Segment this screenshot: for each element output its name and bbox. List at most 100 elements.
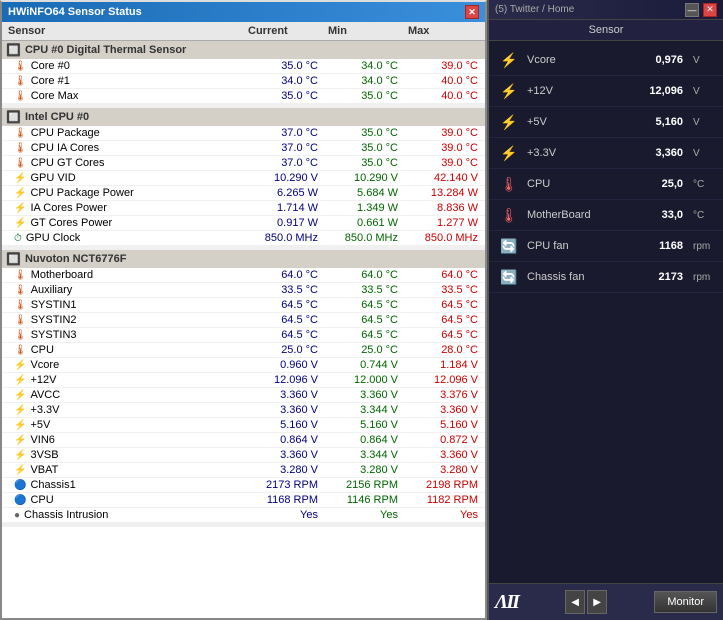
table-row: 🌡 CPU GT Cores 37.0 °C 35.0 °C 39.0 °C (2, 156, 485, 171)
max-value: Yes (406, 509, 485, 521)
table-row: ⚡ +12V 12.096 V 12.000 V 12.096 V (2, 373, 485, 388)
min-value: 850.0 MHz (326, 232, 406, 244)
min-value: 35.0 °C (326, 127, 406, 139)
max-value: 12.096 V (406, 374, 485, 386)
aisuite-sensor-value: 12,096 (649, 85, 683, 97)
col-sensor: Sensor (6, 24, 246, 38)
current-value: 37.0 °C (246, 142, 326, 154)
min-value: 3.344 V (326, 404, 406, 416)
monitor-button[interactable]: Monitor (654, 591, 717, 613)
min-value: 12.000 V (326, 374, 406, 386)
temp-icon: 🌡 (14, 128, 27, 139)
max-value: 39.0 °C (406, 60, 485, 72)
sensor-name-cell: ⚡ GPU VID (6, 172, 246, 184)
current-value: 33.5 °C (246, 284, 326, 296)
aisuite-sensor-name: CPU fan (527, 240, 651, 252)
section-intel-cpu: 🔲Intel CPU #0 (2, 108, 485, 126)
section-separator (2, 523, 485, 527)
volt-icon: ⚡ (14, 465, 26, 476)
temp-icon: 🌡 (499, 174, 519, 194)
sensor-name-cell: ⏱ GPU Clock (6, 232, 246, 244)
sensor-name-cell: ⚡ GT Cores Power (6, 217, 246, 229)
table-row: ⏱ GPU Clock 850.0 MHz 850.0 MHz 850.0 MH… (2, 231, 485, 246)
table-row: 🔵 Chassis1 2173 RPM 2156 RPM 2198 RPM (2, 478, 485, 493)
aisuite-close-button[interactable]: ✕ (703, 3, 717, 17)
aisuite-sensor-header: Sensor (589, 24, 624, 36)
max-value: 3.360 V (406, 449, 485, 461)
aisuite-window: (5) Twitter / Home — ✕ Sensor ⚡ Vcore 0,… (487, 0, 723, 620)
volt-icon: ⚡ (499, 81, 519, 101)
aisuite-sensor-value: 25,0 (662, 178, 683, 190)
min-value: 10.290 V (326, 172, 406, 184)
current-value: 37.0 °C (246, 127, 326, 139)
min-value: 0.864 V (326, 434, 406, 446)
hwinfo-window: HWiNFO64 Sensor Status ✕ Sensor Current … (0, 0, 487, 620)
volt-icon: ⚡ (14, 450, 26, 461)
min-value: 35.0 °C (326, 157, 406, 169)
max-value: 33.5 °C (406, 284, 485, 296)
current-value: 64.0 °C (246, 269, 326, 281)
hwinfo-column-headers: Sensor Current Min Max (2, 22, 485, 41)
nav-arrows: ◀ ▶ (565, 590, 607, 614)
volt-icon: ⚡ (14, 390, 26, 401)
max-value: 3.280 V (406, 464, 485, 476)
min-value: 1146 RPM (326, 494, 406, 506)
volt-icon: ⚡ (14, 435, 26, 446)
temp-icon: 🌡 (14, 76, 27, 87)
fan-icon: 🔵 (14, 495, 26, 506)
table-row: 🔵 CPU 1168 RPM 1146 RPM 1182 RPM (2, 493, 485, 508)
current-value: 0.917 W (246, 217, 326, 229)
current-value: 2173 RPM (246, 479, 326, 491)
table-row: ⚡ GT Cores Power 0.917 W 0.661 W 1.277 W (2, 216, 485, 231)
aisuite-sensor-unit: V (693, 55, 713, 66)
min-value: 0.661 W (326, 217, 406, 229)
aisuite-sensor-name: Chassis fan (527, 271, 651, 283)
hwinfo-close-button[interactable]: ✕ (465, 5, 479, 19)
nav-next-button[interactable]: ▶ (587, 590, 607, 614)
fan-icon: 🔄 (499, 236, 519, 256)
temp-icon: 🌡 (14, 143, 27, 154)
max-value: 39.0 °C (406, 127, 485, 139)
table-row: 🌡 Motherboard 64.0 °C 64.0 °C 64.0 °C (2, 268, 485, 283)
min-value: 35.0 °C (326, 90, 406, 102)
aisuite-sensor-name: +3.3V (527, 147, 647, 159)
aisuite-sensor-unit: V (693, 117, 713, 128)
table-row: ⚡ CPU Package Power 6.265 W 5.684 W 13.2… (2, 186, 485, 201)
min-value: 64.5 °C (326, 299, 406, 311)
table-row: ⚡ GPU VID 10.290 V 10.290 V 42.140 V (2, 171, 485, 186)
min-value: 33.5 °C (326, 284, 406, 296)
section-nuvoton: 🔲Nuvoton NCT6776F (2, 250, 485, 268)
sensor-name-cell: 🔵 CPU (6, 494, 246, 506)
temp-icon: 🌡 (14, 270, 27, 281)
table-row: 🌡 CPU IA Cores 37.0 °C 35.0 °C 39.0 °C (2, 141, 485, 156)
aisuite-logo: ΛII (495, 591, 518, 614)
sensor-name-cell: ⚡ +12V (6, 374, 246, 386)
table-row: ⚡ Vcore 0.960 V 0.744 V 1.184 V (2, 358, 485, 373)
aisuite-sensor-value: 5,160 (655, 116, 683, 128)
sensor-name-cell: ⚡ CPU Package Power (6, 187, 246, 199)
current-value: 25.0 °C (246, 344, 326, 356)
aisuite-minimize-button[interactable]: — (685, 3, 699, 17)
aisuite-sensor-value: 0,976 (655, 54, 683, 66)
sensor-name-cell: 🌡 CPU Package (6, 127, 246, 139)
current-value: 10.290 V (246, 172, 326, 184)
max-value: 13.284 W (406, 187, 485, 199)
aisuite-sensor-name: CPU (527, 178, 654, 190)
fan-icon: 🔵 (14, 480, 26, 491)
current-value: 64.5 °C (246, 314, 326, 326)
sensor-name-cell: ⚡ 3VSB (6, 449, 246, 461)
max-value: 64.5 °C (406, 314, 485, 326)
col-current: Current (246, 24, 326, 38)
table-row: 🌡 Core #0 35.0 °C 34.0 °C 39.0 °C (2, 59, 485, 74)
aisuite-sensor-unit: V (693, 148, 713, 159)
min-value: 25.0 °C (326, 344, 406, 356)
aisuite-sensor-name: +12V (527, 85, 641, 97)
nav-prev-button[interactable]: ◀ (565, 590, 585, 614)
max-value: 39.0 °C (406, 157, 485, 169)
max-value: 1.184 V (406, 359, 485, 371)
hwinfo-sensor-list[interactable]: 🔲CPU #0 Digital Thermal Sensor 🌡 Core #0… (2, 41, 485, 618)
table-row: 🌡 Core Max 35.0 °C 35.0 °C 40.0 °C (2, 89, 485, 104)
max-value: 1.277 W (406, 217, 485, 229)
min-value: 34.0 °C (326, 75, 406, 87)
aisuite-sensor-data: ⚡ Vcore 0,976 V ⚡ +12V 12,096 V ⚡ +5V 5,… (489, 41, 723, 583)
